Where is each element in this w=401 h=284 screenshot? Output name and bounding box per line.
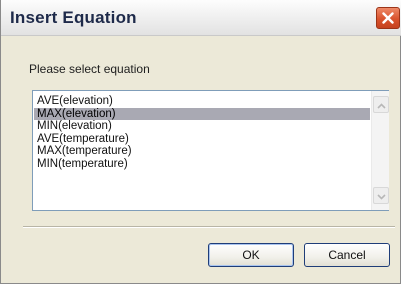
insert-equation-dialog: Insert Equation Please select equation A… [0, 0, 401, 284]
separator [23, 226, 395, 228]
close-icon [382, 12, 394, 24]
chevron-down-icon [376, 187, 386, 205]
chevron-up-icon [376, 96, 386, 114]
list-item[interactable]: MAX(temperature) [34, 145, 370, 158]
equation-listbox[interactable]: AVE(elevation) MAX(elevation) MIN(elevat… [32, 90, 389, 211]
list-item[interactable]: AVE(elevation) [34, 95, 370, 108]
equation-list: AVE(elevation) MAX(elevation) MIN(elevat… [34, 95, 370, 170]
title-bar[interactable]: Insert Equation [1, 0, 401, 36]
list-item-selected[interactable]: MAX(elevation) [34, 107, 370, 120]
vertical-scrollbar[interactable] [371, 91, 389, 210]
ok-button[interactable]: OK [208, 243, 294, 267]
list-item[interactable]: MIN(elevation) [34, 120, 370, 133]
list-item[interactable]: MIN(temperature) [34, 158, 370, 171]
dialog-title: Insert Equation [10, 8, 137, 27]
close-button[interactable] [376, 7, 400, 29]
prompt-label: Please select equation [29, 62, 150, 76]
scroll-down-button[interactable] [373, 187, 389, 204]
cancel-button[interactable]: Cancel [304, 243, 390, 267]
scroll-up-button[interactable] [373, 96, 389, 113]
list-item[interactable]: AVE(temperature) [34, 133, 370, 146]
